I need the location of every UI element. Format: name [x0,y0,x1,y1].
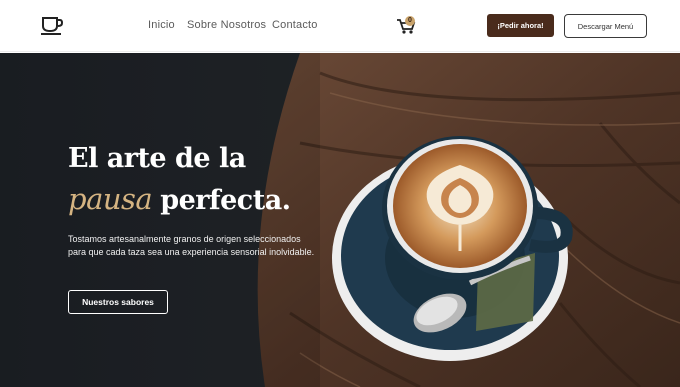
download-menu-button[interactable]: Descargar Menú [564,14,647,38]
site-header: Inicio Sobre Nosotros Contacto 0 ¡Pedir … [0,0,680,52]
hero-description: Tostamos artesanalmente granos de origen… [68,234,315,257]
order-now-button[interactable]: ¡Pedir ahora! [487,14,554,37]
nav-link-inicio[interactable]: Inicio [148,19,175,31]
nav-link-contacto[interactable]: Contacto [272,19,318,31]
hero-title-line1: El arte de la [68,143,246,174]
hero-title-accent: pausa [68,182,153,216]
nav-link-sobre-nosotros[interactable]: Sobre Nosotros [187,19,266,31]
hero-title: El arte de la pausa perfecta. [68,139,368,221]
cart-count-badge: 0 [405,16,415,26]
hero-title-line2: perfecta. [160,185,291,216]
our-flavors-button[interactable]: Nuestros sabores [68,290,168,314]
hero-section: El arte de la pausa perfecta. Tostamos ar… [0,53,680,387]
coffee-cup-icon[interactable] [40,14,64,36]
